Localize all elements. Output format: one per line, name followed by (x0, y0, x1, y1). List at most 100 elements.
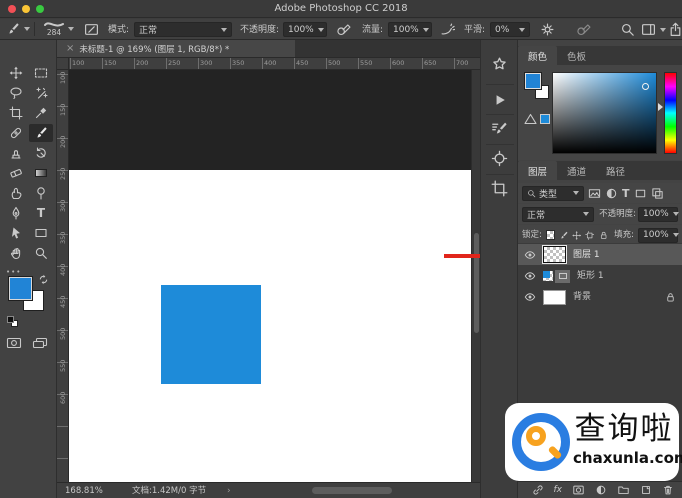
tab-swatches[interactable]: 色板 (557, 46, 596, 65)
hue-slider[interactable] (664, 72, 677, 154)
clone-stamp-tool[interactable] (4, 144, 28, 162)
search-button[interactable] (620, 22, 635, 37)
default-colors-button[interactable] (7, 316, 18, 327)
eyedropper-tool[interactable] (29, 104, 53, 122)
history-brush-tool[interactable] (29, 144, 53, 162)
brush-tool[interactable] (29, 124, 53, 142)
shape-layer-thumbnail[interactable] (543, 271, 553, 281)
hand-tool[interactable] (4, 244, 28, 262)
vertical-scrollbar[interactable] (471, 70, 480, 482)
close-tab-icon[interactable]: × (66, 43, 74, 54)
opacity-field[interactable]: 100% (283, 22, 327, 37)
tab-color[interactable]: 颜色 (518, 46, 557, 65)
status-chevron[interactable]: › (227, 485, 231, 497)
lock-position-icon[interactable] (572, 230, 581, 241)
delete-layer-trash-icon[interactable] (662, 484, 674, 496)
layer-style-fx-icon[interactable]: fx (554, 485, 563, 495)
eye-icon[interactable] (524, 249, 536, 261)
clone-source-panel-button[interactable] (491, 150, 508, 167)
vector-mask-thumbnail[interactable] (555, 270, 570, 283)
quick-mask-button[interactable] (6, 336, 22, 350)
shapes-panel-button[interactable] (491, 56, 508, 73)
tab-paths[interactable]: 路径 (596, 161, 635, 180)
zoom-level-field[interactable]: 168.81% (65, 485, 103, 497)
add-mask-icon[interactable] (572, 484, 585, 496)
pixel-filter-icon[interactable] (588, 187, 601, 200)
lock-pixels-brush-icon[interactable] (559, 230, 568, 241)
lock-transparency-icon[interactable] (546, 230, 555, 240)
opacity-pressure-button[interactable] (336, 22, 351, 37)
document-canvas[interactable] (69, 170, 471, 482)
tab-layers[interactable]: 图层 (518, 161, 557, 180)
path-selection-tool[interactable] (4, 224, 28, 242)
foreground-color-swatch[interactable] (9, 277, 32, 300)
blend-mode-select[interactable]: 正常 (522, 207, 594, 222)
adjustment-filter-icon[interactable] (605, 187, 618, 200)
airbrush-button[interactable] (440, 22, 455, 37)
eye-icon[interactable] (524, 291, 536, 303)
ruler-corner[interactable] (57, 58, 69, 70)
layers-opacity-field[interactable]: 100% (638, 207, 678, 222)
layer-row-rect1[interactable]: 矩形 1 (518, 266, 682, 286)
layer-name[interactable]: 背景 (573, 291, 658, 303)
brush-tool-preset[interactable] (6, 22, 30, 36)
layer-row-background[interactable]: 背景 (518, 287, 682, 307)
actions-panel-button[interactable] (492, 92, 508, 108)
new-layer-icon[interactable] (640, 484, 652, 496)
layer-thumbnail[interactable] (543, 246, 566, 263)
type-tool[interactable]: T (29, 204, 53, 222)
properties-panel-button[interactable] (491, 180, 508, 197)
type-filter-icon[interactable]: T (622, 188, 630, 199)
horizontal-scrollbar-thumb[interactable] (312, 487, 392, 494)
mode-select[interactable]: 正常 (134, 22, 232, 37)
brush-settings-panel-button[interactable] (491, 120, 508, 137)
fill-field[interactable]: 100% (638, 228, 678, 243)
pen-tool[interactable] (4, 204, 28, 222)
lock-all-icon[interactable] (599, 230, 608, 241)
rectangle-tool[interactable] (29, 224, 53, 242)
lasso-tool[interactable] (4, 84, 28, 102)
move-tool[interactable] (4, 64, 28, 82)
gradient-tool[interactable] (29, 164, 53, 182)
smart-object-filter-icon[interactable] (651, 187, 664, 200)
magic-wand-tool[interactable] (29, 84, 53, 102)
lock-artboard-icon[interactable] (585, 230, 594, 241)
toolbar-overflow-button[interactable]: ••• (6, 268, 21, 276)
smoothing-field[interactable]: 0% (490, 22, 530, 37)
adjustment-layer-icon[interactable] (595, 484, 607, 496)
vertical-scrollbar-thumb[interactable] (474, 233, 479, 333)
color-field-marker[interactable] (642, 83, 649, 90)
eraser-tool[interactable] (4, 164, 28, 182)
color-field[interactable] (552, 72, 657, 154)
layer-filter-select[interactable]: 类型 (522, 186, 584, 201)
web-safe-color-swatch[interactable] (540, 114, 550, 124)
brush-size-picker[interactable]: 284 (44, 20, 74, 37)
flow-field[interactable]: 100% (388, 22, 432, 37)
size-pressure-button[interactable] (576, 22, 591, 37)
document-tab[interactable]: × 未标题-1 @ 169% (图层 1, RGB/8*) * (57, 40, 295, 57)
marquee-tool[interactable] (29, 64, 53, 82)
gamut-warning-icon[interactable] (524, 113, 537, 125)
layer-name[interactable]: 图层 1 (573, 249, 600, 261)
layer-name[interactable]: 矩形 1 (577, 270, 604, 282)
dodge-tool[interactable] (29, 184, 53, 202)
canvas-viewport[interactable] (69, 70, 471, 482)
layer-thumbnail[interactable] (543, 290, 566, 305)
tab-channels[interactable]: 通道 (557, 161, 596, 180)
workspace-switcher[interactable] (641, 22, 666, 37)
toggle-brush-panel-button[interactable] (84, 22, 99, 37)
new-group-folder-icon[interactable] (617, 484, 630, 496)
zoom-tool[interactable] (29, 244, 53, 262)
swap-colors-button[interactable] (38, 274, 49, 285)
eye-icon[interactable] (524, 270, 536, 282)
layer-row-layer1[interactable]: 图层 1 (518, 244, 682, 265)
shape-filter-icon[interactable] (634, 187, 647, 200)
screen-mode-button[interactable] (32, 336, 48, 350)
smudge-tool[interactable] (4, 184, 28, 202)
link-layers-icon[interactable] (532, 484, 544, 496)
spot-healing-tool[interactable] (4, 124, 28, 142)
smoothing-options-button[interactable] (540, 22, 555, 37)
share-button[interactable] (668, 22, 682, 37)
crop-tool[interactable] (4, 104, 28, 122)
panel-foreground-swatch[interactable] (525, 73, 541, 89)
